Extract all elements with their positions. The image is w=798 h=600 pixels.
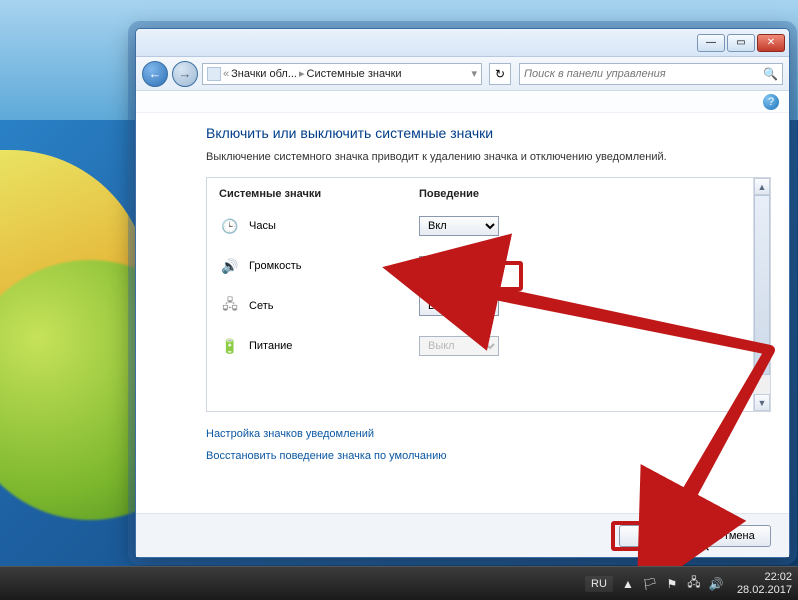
col-system-icons: Системные значки <box>219 188 419 200</box>
refresh-button[interactable]: ↻ <box>489 63 511 85</box>
link-restore-defaults[interactable]: Восстановить поведение значка по умолчан… <box>206 450 771 462</box>
col-behavior: Поведение <box>419 188 569 200</box>
row-network-label: Сеть <box>249 300 419 312</box>
volume-icon: 🔊 <box>219 257 241 275</box>
panel-scrollbar[interactable]: ▲ ▼ <box>753 178 770 411</box>
crumb-1[interactable]: Значки обл... <box>231 68 297 80</box>
footer: ОК Отмена ↖ <box>136 513 789 557</box>
crumb-2[interactable]: Системные значки <box>307 68 402 80</box>
row-power: 🔋 Питание Выкл <box>219 326 741 366</box>
scroll-thumb[interactable] <box>754 195 770 375</box>
navbar: ← → « Значки обл... ▸ Системные значки ▾… <box>136 57 789 91</box>
power-icon: 🔋 <box>219 337 241 355</box>
search-box[interactable]: 🔍 <box>519 63 783 85</box>
breadcrumb[interactable]: « Значки обл... ▸ Системные значки ▾ <box>202 63 482 85</box>
clock-time: 22:02 <box>737 571 792 583</box>
highlight-volume-select <box>425 261 523 291</box>
language-indicator[interactable]: RU <box>585 576 613 592</box>
row-network-select[interactable]: Вкл <box>419 296 499 316</box>
highlight-ok-button <box>611 521 695 551</box>
desktop: — ▭ ✕ ← → « Значки обл... ▸ Системные зн… <box>0 0 798 600</box>
titlebar: — ▭ ✕ <box>136 29 789 57</box>
row-power-select: Выкл <box>419 336 499 356</box>
chevron-icon: « <box>223 68 229 80</box>
cancel-button[interactable]: Отмена <box>699 525 771 547</box>
taskbar[interactable]: RU ▲ 🏳 ⚑ 🖧 🔊 22:02 28.02.2017 <box>0 566 798 600</box>
maximize-button[interactable]: ▭ <box>727 34 755 52</box>
help-bar: ? <box>136 91 789 113</box>
row-power-label: Питание <box>249 340 419 352</box>
clock-date: 28.02.2017 <box>737 584 792 596</box>
back-button[interactable]: ← <box>142 61 168 87</box>
dropdown-icon[interactable]: ▾ <box>471 67 477 80</box>
control-panel-window: — ▭ ✕ ← → « Значки обл... ▸ Системные зн… <box>135 28 790 558</box>
search-icon: 🔍 <box>763 67 778 81</box>
page-title: Включить или выключить системные значки <box>206 125 771 141</box>
links: Настройка значков уведомлений Восстанови… <box>206 428 771 462</box>
row-clock-select[interactable]: Вкл <box>419 216 499 236</box>
row-clock-label: Часы <box>249 220 419 232</box>
scroll-up-icon[interactable]: ▲ <box>754 178 770 195</box>
row-network: 🖧 Сеть Вкл <box>219 286 741 326</box>
minimize-button[interactable]: — <box>697 34 725 52</box>
network-tray-icon[interactable]: 🖧 <box>687 577 701 591</box>
forward-button[interactable]: → <box>172 61 198 87</box>
icons-panel: Системные значки Поведение 🕒 Часы Вкл 🔊 … <box>206 177 771 412</box>
scroll-down-icon[interactable]: ▼ <box>754 394 770 411</box>
network-icon: 🖧 <box>219 297 241 315</box>
row-clock: 🕒 Часы Вкл <box>219 206 741 246</box>
page-subtitle: Выключение системного значка приводит к … <box>206 151 726 163</box>
content-area: Включить или выключить системные значки … <box>136 113 789 513</box>
help-button[interactable]: ? <box>763 94 779 110</box>
clock-icon: 🕒 <box>219 217 241 235</box>
column-headers: Системные значки Поведение <box>219 188 741 200</box>
chevron-icon: ▸ <box>299 67 305 80</box>
row-volume-label: Громкость <box>249 260 419 272</box>
search-input[interactable] <box>524 68 759 80</box>
flag-icon[interactable]: 🏳 <box>643 577 657 591</box>
link-customize-icons[interactable]: Настройка значков уведомлений <box>206 428 771 440</box>
volume-tray-icon[interactable]: 🔊 <box>709 577 723 591</box>
taskbar-clock[interactable]: 22:02 28.02.2017 <box>737 571 792 595</box>
computer-icon <box>207 67 221 81</box>
tray-up-icon[interactable]: ▲ <box>621 577 635 591</box>
action-center-icon[interactable]: ⚑ <box>665 577 679 591</box>
system-tray: RU ▲ 🏳 ⚑ 🖧 🔊 22:02 28.02.2017 <box>585 571 792 595</box>
close-button[interactable]: ✕ <box>757 34 785 52</box>
